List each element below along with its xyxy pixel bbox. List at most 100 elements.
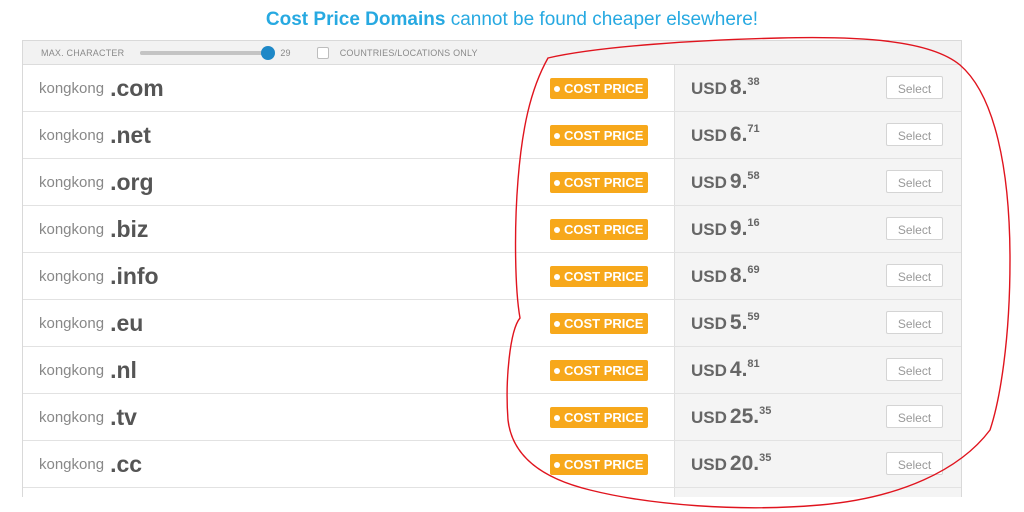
price-decimal: 38: [747, 76, 760, 88]
bullet-icon: [554, 132, 560, 139]
price-integer: 4.: [729, 358, 748, 381]
price-currency: USD: [691, 126, 727, 145]
price-currency: USD: [691, 361, 727, 380]
bullet-icon: [554, 179, 560, 186]
price-decimal: 58: [747, 170, 760, 182]
table-row: kongkong .org COST PRICE USD 9.58 Select: [23, 159, 961, 206]
badge-label: COST PRICE: [564, 316, 644, 331]
max-character-slider[interactable]: [140, 45, 276, 60]
domain-name: kongkong .eu: [39, 300, 143, 346]
domain-list: kongkong .com COST PRICE USD 8.38 Select kongk…: [23, 65, 961, 488]
select-button[interactable]: Select: [886, 217, 943, 240]
headline-highlight: Cost Price Domains: [265, 9, 446, 30]
domain-tld: .com: [110, 74, 164, 101]
domain-tld: .info: [110, 262, 159, 289]
domain-price: USD 8.69: [691, 264, 760, 288]
bullet-icon: [554, 226, 560, 233]
badge-label: COST PRICE: [564, 128, 644, 143]
domain-name: kongkong .cc: [39, 441, 142, 487]
price-cell: USD 8.69 Select: [674, 253, 961, 299]
badge-label: COST PRICE: [564, 457, 644, 472]
price-integer: 8.: [729, 264, 748, 287]
domain-name: kongkong .org: [39, 159, 154, 205]
bullet-icon: [554, 273, 560, 280]
price-integer: 9.: [729, 217, 748, 240]
select-button[interactable]: Select: [886, 452, 943, 475]
bullet-icon: [554, 85, 560, 92]
table-row-partial: [23, 488, 961, 497]
badge-label: COST PRICE: [564, 175, 644, 190]
select-button[interactable]: Select: [886, 76, 943, 99]
domain-tld: .org: [110, 168, 154, 195]
price-integer: 8.: [729, 76, 748, 99]
price-integer: 20.: [729, 452, 760, 475]
cost-price-badge: COST PRICE: [550, 78, 649, 99]
select-button[interactable]: Select: [886, 358, 943, 381]
table-row: kongkong .eu COST PRICE USD 5.59 Select: [23, 300, 961, 347]
domain-label: kongkong: [39, 220, 105, 238]
badge-label: COST PRICE: [564, 269, 644, 284]
bullet-icon: [554, 414, 560, 421]
price-currency: USD: [691, 455, 727, 474]
price-currency: USD: [691, 408, 727, 427]
price-cell: USD 4.81 Select: [674, 347, 961, 393]
price-cell: USD 8.38 Select: [674, 65, 961, 111]
domain-price: USD 9.58: [691, 170, 760, 194]
domain-label: kongkong: [39, 126, 105, 144]
domain-tld: .nl: [110, 356, 137, 383]
domain-label: kongkong: [39, 173, 105, 191]
domain-name: kongkong .tv: [39, 394, 137, 440]
price-cell: USD 6.71 Select: [674, 112, 961, 158]
domain-price: USD 5.59: [691, 311, 760, 335]
domain-results-panel: MAX. CHARACTER 29 COUNTRIES/LOCATIONS ON…: [22, 40, 962, 497]
bullet-icon: [554, 320, 560, 327]
select-button[interactable]: Select: [886, 170, 943, 193]
domain-price: USD 9.16: [691, 217, 760, 241]
domain-price: USD 4.81: [691, 358, 760, 382]
select-button[interactable]: Select: [886, 405, 943, 428]
select-button[interactable]: Select: [886, 264, 943, 287]
slider-handle[interactable]: [261, 45, 276, 60]
domain-tld: .net: [110, 121, 151, 148]
domain-name: kongkong .net: [39, 112, 151, 158]
price-decimal: 59: [747, 311, 760, 323]
price-decimal: 35: [759, 452, 772, 464]
cost-price-badge: COST PRICE: [550, 172, 649, 193]
table-row: kongkong .com COST PRICE USD 8.38 Select: [23, 65, 961, 112]
countries-only-label: COUNTRIES/LOCATIONS ONLY: [339, 47, 478, 58]
domain-label: kongkong: [39, 267, 105, 285]
cost-price-badge: COST PRICE: [550, 125, 649, 146]
select-button[interactable]: Select: [886, 311, 943, 334]
bullet-icon: [554, 367, 560, 374]
price-decimal: 71: [747, 123, 760, 135]
domain-label: kongkong: [39, 408, 105, 426]
domain-tld: .cc: [110, 450, 143, 477]
price-currency: USD: [691, 267, 727, 286]
table-row: kongkong .info COST PRICE USD 8.69 Select: [23, 253, 961, 300]
domain-tld: .biz: [110, 215, 149, 242]
domain-price: USD 25.35: [691, 405, 771, 429]
domain-price: USD 20.35: [691, 452, 771, 476]
slider-fill: [140, 50, 269, 55]
domain-label: kongkong: [39, 79, 105, 97]
table-row: kongkong .nl COST PRICE USD 4.81 Select: [23, 347, 961, 394]
badge-label: COST PRICE: [564, 81, 644, 96]
price-currency: USD: [691, 314, 727, 333]
badge-label: COST PRICE: [564, 410, 644, 425]
page-headline: Cost Price Domains cannot be found cheap…: [0, 8, 1024, 32]
price-cell: [674, 488, 961, 497]
cost-price-badge: COST PRICE: [550, 407, 649, 428]
countries-only-checkbox[interactable]: [316, 46, 329, 59]
domain-label: kongkong: [39, 314, 105, 332]
price-cell: USD 5.59 Select: [674, 300, 961, 346]
badge-label: COST PRICE: [564, 363, 644, 378]
price-integer: 6.: [729, 123, 748, 146]
price-cell: USD 20.35 Select: [674, 441, 961, 487]
price-decimal: 81: [747, 358, 760, 370]
cost-price-badge: COST PRICE: [550, 313, 649, 334]
price-cell: USD 25.35 Select: [674, 394, 961, 440]
domain-name: kongkong .biz: [39, 206, 148, 252]
cost-price-badge: COST PRICE: [550, 219, 649, 240]
select-button[interactable]: Select: [886, 123, 943, 146]
domain-tld: .tv: [110, 403, 137, 430]
